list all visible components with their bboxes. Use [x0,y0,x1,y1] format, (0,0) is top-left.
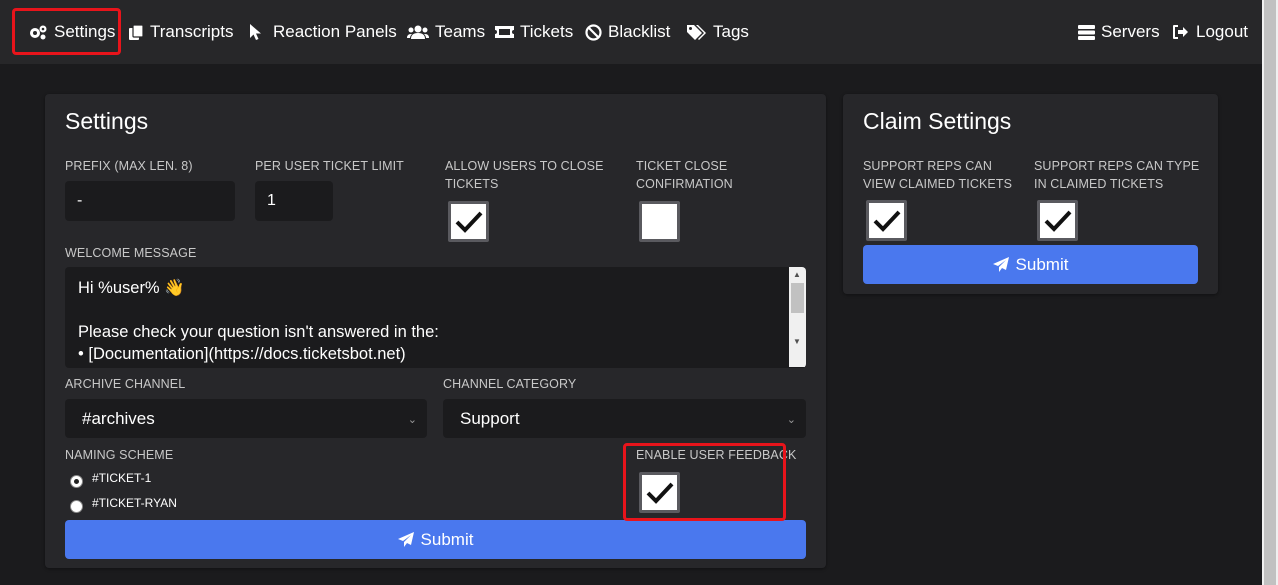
sign-out-icon [1173,25,1188,39]
claim-settings-card: Claim Settings SUPPORT REPS CAN VIEW CLA… [843,94,1218,294]
claim-type-label: SUPPORT REPS CAN TYPE IN CLAIMED TICKETS [1034,159,1200,191]
nav-tickets-label: Tickets [520,22,574,41]
archive-channel-value: #archives [82,408,155,428]
user-feedback-highlight-box [623,443,786,521]
naming-option-label: #TICKET-RYAN [92,496,177,510]
nav-reaction-panels-label: Reaction Panels [273,22,397,41]
checkmark-icon [873,210,900,232]
copy-icon [129,23,144,40]
naming-scheme-label: NAMING SCHEME [65,448,174,462]
welcome-line-1: Hi %user% 👋 [78,279,185,297]
paper-plane-icon [397,531,414,547]
allow-close-label: ALLOW USERS TO CLOSE TICKETS [445,159,604,191]
paper-plane-icon [992,256,1009,272]
mouse-pointer-icon [250,24,261,40]
naming-option-ticket-username[interactable]: #TICKET-RYAN [70,496,177,513]
claim-settings-title: Claim Settings [863,108,1012,134]
checkmark-icon [455,211,482,233]
ticket-limit-input[interactable]: 1 [255,181,333,221]
claim-type-checkbox[interactable] [1037,200,1078,241]
claim-submit-button[interactable]: Submit [863,245,1198,284]
ticket-limit-label: PER USER TICKET LIMIT [255,159,404,173]
nav-teams-label: Teams [435,22,486,41]
page-scrollbar[interactable] [1262,0,1278,585]
radio-button[interactable] [70,499,83,513]
close-confirm-checkbox[interactable] [639,201,680,242]
scroll-down-arrow-icon[interactable]: ▼ [793,337,801,346]
ticket-icon [495,26,514,38]
users-icon [407,25,429,39]
ban-icon [585,23,602,41]
navbar: Settings Transcripts Reaction Panels Tea… [0,0,1262,64]
chevron-down-icon: ⌄ [407,414,417,426]
naming-option-ticket-number[interactable]: #TICKET-1 [70,471,152,488]
claim-submit-label: Submit [1015,254,1069,274]
chevron-down-icon: ⌄ [786,414,796,426]
channel-category-value: Support [460,408,520,428]
scroll-up-arrow-icon[interactable]: ▲ [793,270,801,279]
nav-blacklist[interactable]: Blacklist [585,20,670,44]
settings-card-title: Settings [65,108,149,134]
nav-teams[interactable]: Teams [407,20,485,44]
checkmark-icon [1044,210,1071,232]
radio-button[interactable] [70,474,83,488]
nav-blacklist-label: Blacklist [608,22,671,41]
close-confirm-label: TICKET CLOSE CONFIRMATION [636,159,733,191]
naming-option-label: #TICKET-1 [92,471,152,485]
channel-category-select[interactable]: Support ⌄ [443,399,806,438]
welcome-line-3: Please check your question isn't answere… [78,323,439,341]
settings-highlight-box [12,8,121,55]
textarea-scrollbar-thumb[interactable] [791,283,804,313]
nav-servers-label: Servers [1101,22,1160,41]
welcome-message-textarea[interactable]: Hi %user% 👋 Please check your question i… [65,267,806,368]
nav-reaction-panels[interactable]: Reaction Panels [249,20,397,44]
archive-channel-label: ARCHIVE CHANNEL [65,377,186,391]
channel-category-label: CHANNEL CATEGORY [443,377,577,391]
nav-servers[interactable]: Servers [1078,20,1160,44]
server-icon [1078,25,1095,40]
welcome-message-label: WELCOME MESSAGE [65,246,197,260]
archive-channel-select[interactable]: #archives ⌄ [65,399,427,438]
welcome-line-4: • [Documentation](https://docs.ticketsbo… [78,345,406,363]
page-scrollbar-thumb[interactable] [1264,0,1276,585]
claim-view-label: SUPPORT REPS CAN VIEW CLAIMED TICKETS [863,159,1013,191]
claim-view-checkbox[interactable] [866,200,907,241]
textarea-scrollbar[interactable]: ▲ ▼ [789,267,806,367]
settings-submit-label: Submit [420,529,474,549]
nav-logout[interactable]: Logout [1172,20,1248,44]
nav-tags[interactable]: Tags [686,20,749,44]
settings-submit-button[interactable]: Submit [65,520,806,559]
nav-tickets[interactable]: Tickets [495,20,573,44]
prefix-input[interactable]: - [65,181,235,221]
allow-close-checkbox[interactable] [448,201,489,242]
nav-tags-label: Tags [713,22,749,41]
tags-icon [687,24,706,40]
prefix-label: PREFIX (MAX LEN. 8) [65,159,193,173]
nav-transcripts-label: Transcripts [150,22,234,41]
nav-transcripts[interactable]: Transcripts [128,20,233,44]
nav-logout-label: Logout [1196,22,1248,41]
